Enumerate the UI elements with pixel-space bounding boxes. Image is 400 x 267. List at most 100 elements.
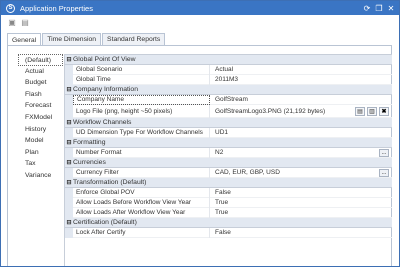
row-indent: [65, 104, 73, 118]
window-title: Application Properties: [20, 3, 93, 13]
collapse-icon[interactable]: ⊟: [65, 118, 73, 128]
group-title: Certification (Default): [73, 219, 137, 226]
property-name: Enforce Global POV: [73, 187, 210, 198]
group-header-workflow-channels[interactable]: ⊟ Workflow Channels: [65, 118, 392, 128]
property-value[interactable]: True: [210, 198, 392, 208]
property-row[interactable]: Allow Loads Before Workflow View Year Tr…: [65, 197, 392, 208]
toolbar: ▣ ▤: [1, 15, 399, 29]
save-icon[interactable]: ▣: [7, 17, 17, 27]
collapse-icon[interactable]: ⊟: [65, 158, 73, 168]
company-name-field[interactable]: GolfStream: [210, 95, 392, 105]
list-item-default[interactable]: (Default): [18, 54, 63, 66]
property-row[interactable]: Company Name GolfStream: [65, 94, 392, 105]
list-item-actual[interactable]: Actual: [18, 66, 63, 78]
scenario-list: (Default) Actual Budget Flash Forecast F…: [18, 54, 63, 182]
property-row[interactable]: Global Time 2011M3: [65, 74, 392, 85]
property-name: Logo File (png, height ~50 pixels): [73, 104, 210, 118]
logo-file-value: GolfStreamLogo3.PNG (21,192 bytes) ▤ ▥ ✖: [210, 105, 392, 118]
list-item-forecast[interactable]: Forecast: [18, 100, 63, 112]
number-format-ellipsis-button[interactable]: ...: [379, 148, 389, 157]
general-tab-panel: (Default) Actual Budget Flash Forecast F…: [7, 45, 392, 266]
group-header-currencies[interactable]: ⊟ Currencies: [65, 158, 392, 168]
number-format-text: N2: [215, 149, 224, 156]
open-file-icon[interactable]: ▤: [355, 106, 365, 116]
collapse-icon[interactable]: ⊟: [65, 85, 73, 95]
property-row[interactable]: Currency Filter CAD, EUR, GBP, USD ...: [65, 167, 392, 178]
property-value[interactable]: False: [210, 228, 392, 238]
group-header-transformation[interactable]: ⊟ Transformation (Default): [65, 178, 392, 188]
property-row[interactable]: Allow Loads After Workflow View Year Tru…: [65, 207, 392, 218]
row-indent: [65, 147, 73, 158]
property-value[interactable]: UD1: [210, 128, 392, 138]
group-title: Workflow Channels: [73, 119, 132, 126]
list-item-variance[interactable]: Variance: [18, 170, 63, 182]
row-indent: [65, 187, 73, 198]
title-bar: S Application Properties ⟳ ❐ ✕: [1, 1, 399, 15]
list-item-fxmodel[interactable]: FXModel: [18, 112, 63, 124]
row-indent: [65, 94, 73, 105]
group-title: Formatting: [73, 139, 106, 146]
collapse-icon[interactable]: ⊟: [65, 178, 73, 188]
row-indent: [65, 227, 73, 238]
list-item-flash[interactable]: Flash: [18, 89, 63, 101]
row-indent: [65, 127, 73, 138]
list-item-model[interactable]: Model: [18, 135, 63, 147]
currency-filter-ellipsis-button[interactable]: ...: [379, 168, 389, 177]
property-name: Global Scenario: [73, 64, 210, 75]
list-item-budget[interactable]: Budget: [18, 77, 63, 89]
currency-filter-text: CAD, EUR, GBP, USD: [215, 169, 280, 176]
property-row[interactable]: UD Dimension Type For Workflow Channels …: [65, 127, 392, 138]
property-row[interactable]: Number Format N2 ...: [65, 147, 392, 158]
property-name: Number Format: [73, 147, 210, 158]
number-format-value: N2 ...: [210, 148, 392, 158]
collapse-icon[interactable]: ⊟: [65, 218, 73, 228]
app-icon: S: [6, 3, 15, 13]
group-title: Global Point Of View: [73, 56, 136, 63]
tab-strip: General Time Dimension Standard Reports: [7, 33, 166, 46]
group-header-global-pov[interactable]: ⊟ Global Point Of View: [65, 55, 392, 65]
property-name: Currency Filter: [73, 167, 210, 178]
property-value[interactable]: 2011M3: [210, 75, 392, 85]
window-controls: ⟳ ❐ ✕: [360, 3, 396, 13]
list-item-plan[interactable]: Plan: [18, 147, 63, 159]
property-row[interactable]: Lock After Certify False: [65, 227, 392, 238]
close-icon[interactable]: ✕: [386, 3, 396, 13]
property-row[interactable]: Enforce Global POV False: [65, 187, 392, 198]
row-indent: [65, 167, 73, 178]
logo-file-actions: ▤ ▥ ✖: [353, 106, 389, 116]
row-indent: [65, 64, 73, 75]
property-row[interactable]: Global Scenario Actual: [65, 64, 392, 75]
property-name: Global Time: [73, 74, 210, 85]
list-item-tax[interactable]: Tax: [18, 158, 63, 170]
save-file-icon[interactable]: ▥: [367, 106, 377, 116]
row-indent: [65, 207, 73, 218]
property-grid: ⊟ Global Point Of View Global Scenario A…: [64, 54, 392, 266]
tab-time-dimension[interactable]: Time Dimension: [42, 33, 102, 45]
property-name: Allow Loads Before Workflow View Year: [73, 197, 210, 208]
property-name: Company Name: [73, 94, 210, 105]
group-title: Company Information: [73, 86, 138, 93]
group-header-certification[interactable]: ⊟ Certification (Default): [65, 218, 392, 228]
property-value[interactable]: True: [210, 208, 392, 218]
tab-standard-reports[interactable]: Standard Reports: [102, 33, 166, 45]
row-indent: [65, 197, 73, 208]
logo-file-text: GolfStreamLogo3.PNG (21,192 bytes): [215, 107, 326, 115]
collapse-icon[interactable]: ⊟: [65, 55, 73, 65]
delete-icon[interactable]: ✖: [379, 106, 389, 116]
save-as-icon[interactable]: ▤: [20, 17, 30, 27]
group-title: Currencies: [73, 159, 106, 166]
collapse-icon[interactable]: ⊟: [65, 138, 73, 148]
group-title: Transformation (Default): [73, 179, 147, 186]
group-header-formatting[interactable]: ⊟ Formatting: [65, 138, 392, 148]
row-indent: [65, 74, 73, 85]
list-item-history[interactable]: History: [18, 124, 63, 136]
application-properties-window: S Application Properties ⟳ ❐ ✕ ▣ ▤ Gener…: [0, 0, 400, 267]
restore-icon[interactable]: ❐: [374, 3, 384, 13]
currency-filter-value: CAD, EUR, GBP, USD ...: [210, 168, 392, 178]
property-name: Allow Loads After Workflow View Year: [73, 207, 210, 218]
property-row[interactable]: Logo File (png, height ~50 pixels) GolfS…: [65, 104, 392, 118]
group-header-company-info[interactable]: ⊟ Company Information: [65, 85, 392, 95]
property-value[interactable]: Actual: [210, 65, 392, 75]
property-value[interactable]: False: [210, 188, 392, 198]
refresh-icon[interactable]: ⟳: [362, 3, 372, 13]
